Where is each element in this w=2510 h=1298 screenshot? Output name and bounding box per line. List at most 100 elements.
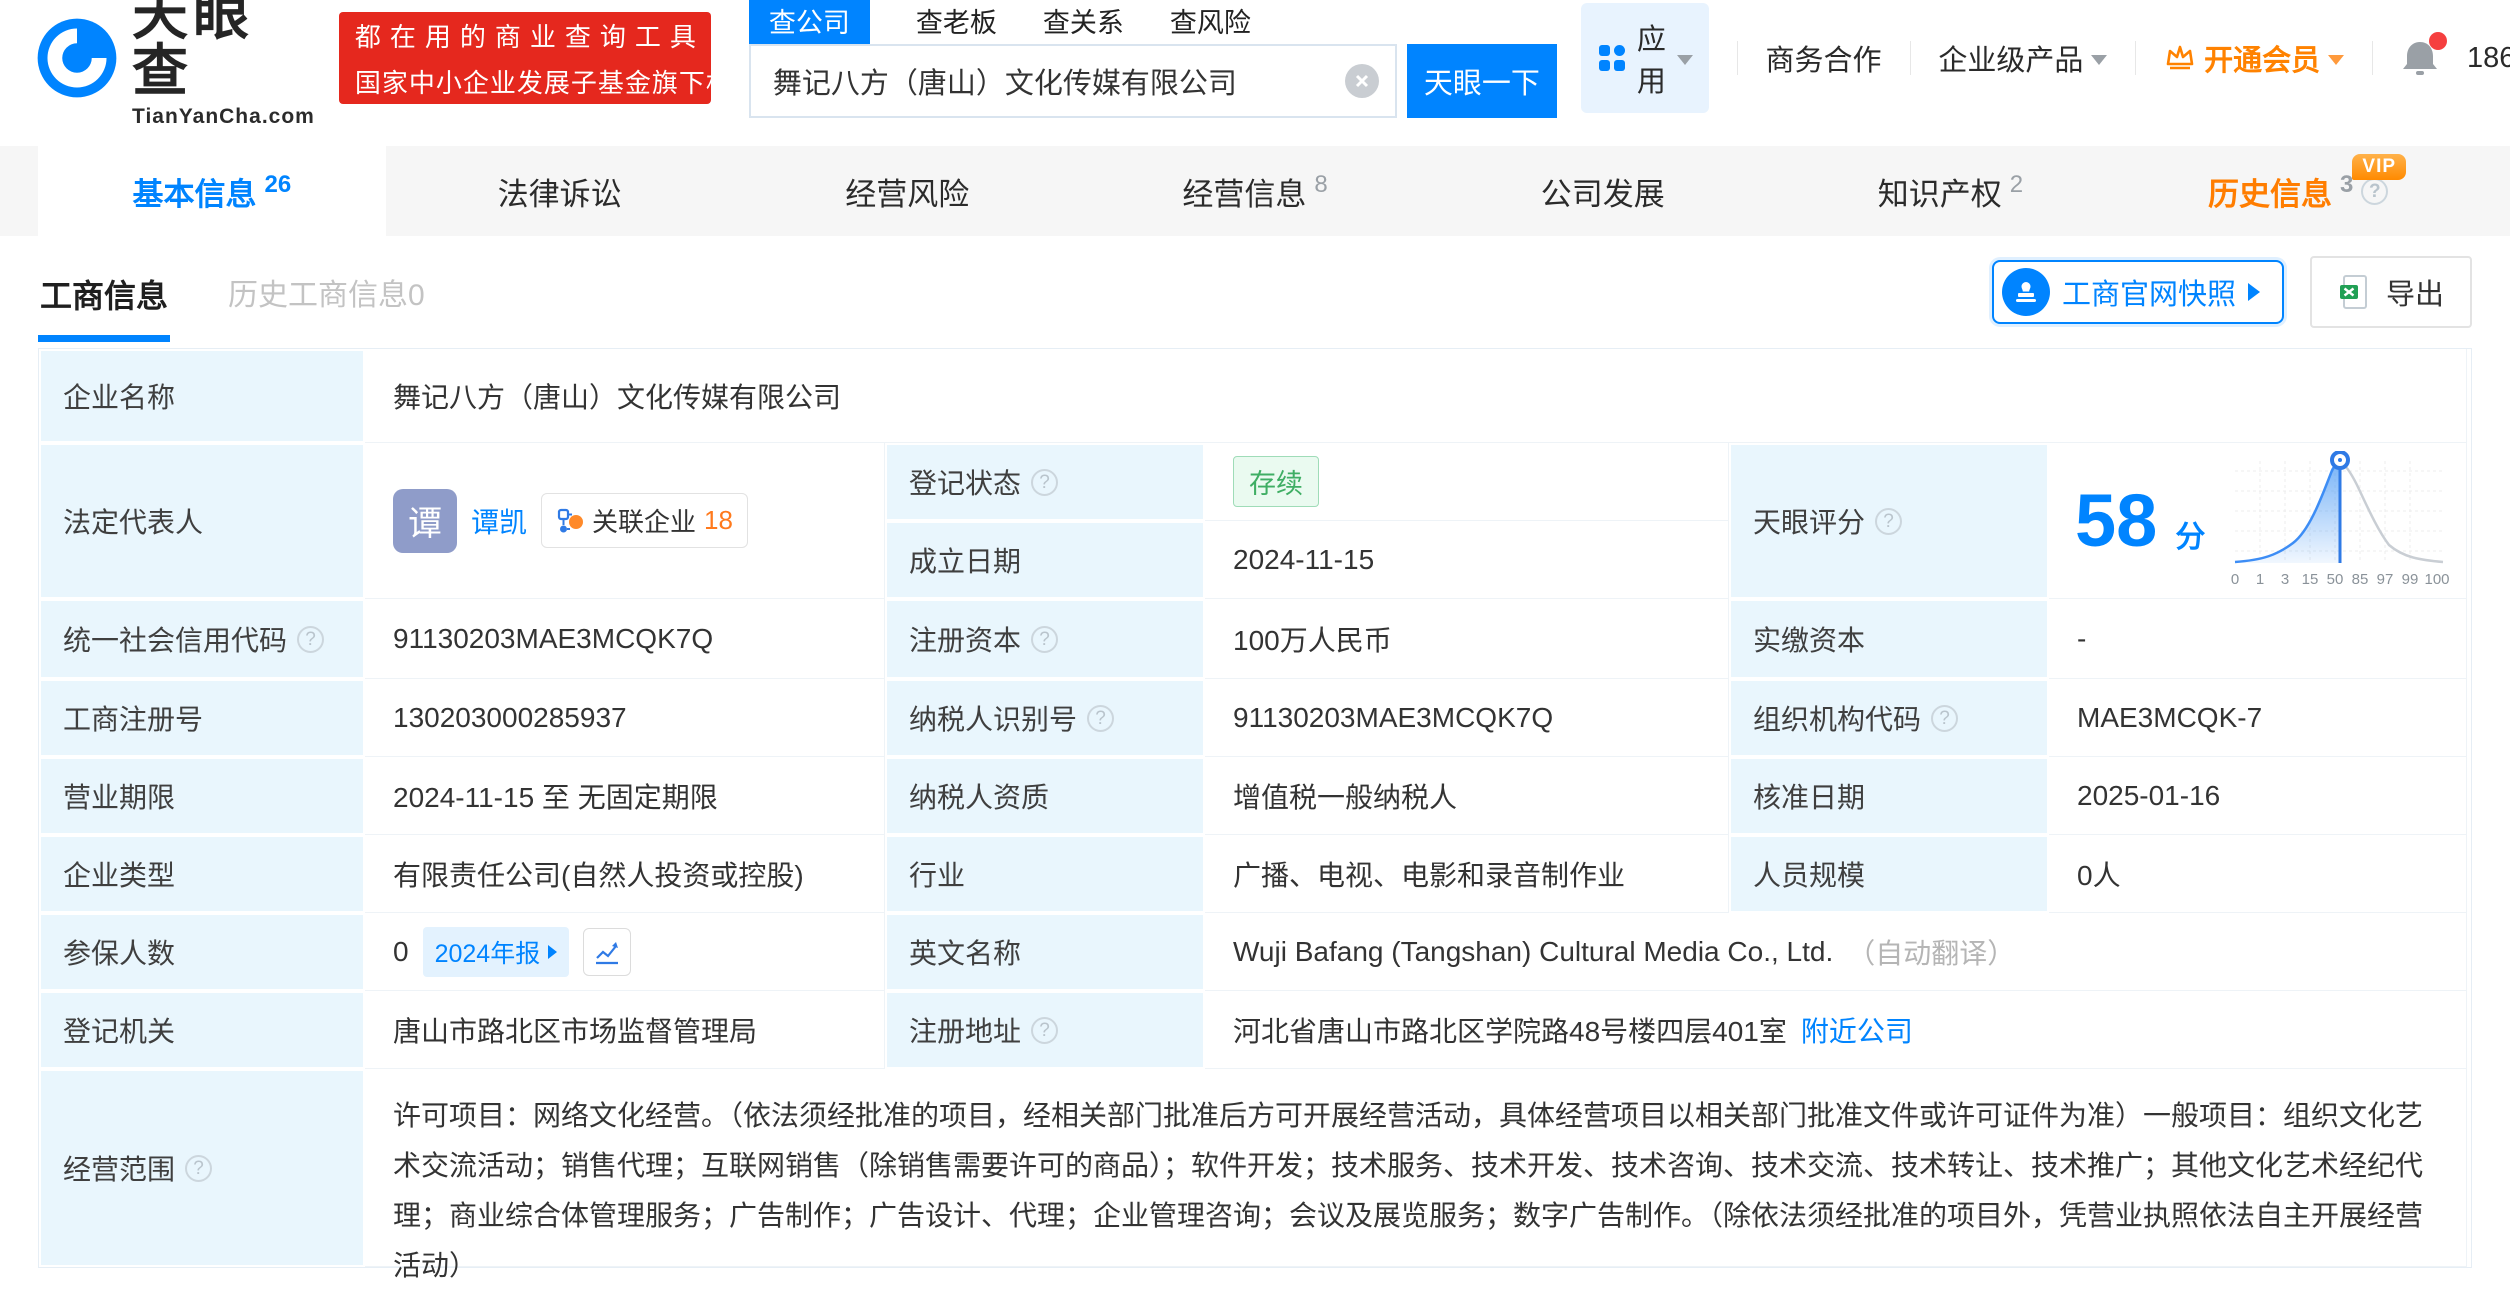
tab-intellectual-property[interactable]: 知识产权 2 bbox=[1777, 146, 2125, 236]
tab-operation-info[interactable]: 经营信息 8 bbox=[1081, 146, 1429, 236]
establish-date-label: 成立日期 bbox=[885, 521, 1205, 599]
paid-capital-label: 实缴资本 bbox=[1729, 599, 2049, 679]
help-icon[interactable]: ? bbox=[2361, 178, 2388, 205]
menu-enterprise-products[interactable]: 企业级产品 bbox=[1938, 37, 2107, 79]
search-button[interactable]: 天眼一下 bbox=[1407, 44, 1557, 118]
score-distribution-chart: 0 1 3 15 50 85 97 99 100 bbox=[2225, 451, 2453, 591]
company-type-label: 企业类型 bbox=[39, 835, 365, 913]
reg-status-label: 登记状态 ? bbox=[885, 443, 1205, 521]
chevron-down-icon bbox=[2091, 55, 2107, 65]
business-info-table: 企业名称 舞记八方（唐山）文化传媒有限公司 法定代表人 谭 谭凯 关联企业 18… bbox=[38, 348, 2472, 1268]
business-term-label: 营业期限 bbox=[39, 757, 365, 835]
notification-dot bbox=[2429, 32, 2447, 50]
taxpayer-id-label: 纳税人识别号 ? bbox=[885, 679, 1205, 757]
org-code-label: 组织机构代码 ? bbox=[1729, 679, 2049, 757]
menu-cooperation[interactable]: 商务合作 bbox=[1766, 37, 1882, 79]
insured-count-cell: 0 2024年报 bbox=[365, 913, 885, 991]
search-tab-boss[interactable]: 查老板 bbox=[916, 0, 997, 45]
reg-status-cell: 存续 bbox=[1205, 443, 1729, 521]
svg-text:100: 100 bbox=[2425, 571, 2450, 588]
stamp-icon bbox=[2002, 268, 2050, 316]
reg-capital-value: 100万人民币 bbox=[1205, 599, 1729, 679]
subnav: 工商信息 历史工商信息0 工商官网快照 导出 bbox=[38, 236, 2472, 348]
english-name-cell: Wuji Bafang (Tangshan) Cultural Media Co… bbox=[1205, 913, 2467, 991]
tianyancha-logo[interactable]: 天眼查 TianYanCha.com bbox=[36, 0, 315, 129]
search-area: 查公司 查老板 查关系 查风险 天眼一下 bbox=[749, 0, 1557, 118]
subtab-business-info[interactable]: 工商信息 bbox=[38, 243, 170, 342]
insured-trend-chart-button[interactable] bbox=[583, 928, 631, 976]
menu-open-vip[interactable]: 开通会员 bbox=[2164, 37, 2344, 79]
reg-address-cell: 河北省唐山市路北区学院路48号楼四层401室 附近公司 bbox=[1205, 991, 2467, 1069]
help-icon[interactable]: ? bbox=[297, 626, 324, 653]
search-input[interactable] bbox=[749, 44, 1397, 118]
help-icon[interactable]: ? bbox=[1031, 469, 1058, 496]
english-name-value: Wuji Bafang (Tangshan) Cultural Media Co… bbox=[1233, 936, 1833, 968]
related-companies-badge[interactable]: 关联企业 18 bbox=[541, 493, 748, 548]
clear-search-icon[interactable] bbox=[1345, 64, 1379, 98]
industry-value: 广播、电视、电影和录音制作业 bbox=[1205, 835, 1729, 913]
reg-address-label: 注册地址 ? bbox=[885, 991, 1205, 1069]
subtab-history-business-info[interactable]: 历史工商信息0 bbox=[228, 270, 425, 314]
tab-basic-info[interactable]: 基本信息 26 bbox=[38, 146, 386, 236]
business-term-value: 2024-11-15 至 无固定期限 bbox=[365, 757, 885, 835]
tyc-score-cell[interactable]: 58 分 bbox=[2049, 443, 2467, 599]
business-scope-value: 许可项目：网络文化经营。（依法须经批准的项目，经相关部门批准后方可开展经营活动，… bbox=[365, 1069, 2467, 1267]
credit-code-label: 统一社会信用代码 ? bbox=[39, 599, 365, 679]
tab-history-info[interactable]: VIP 历史信息 3 ? bbox=[2124, 146, 2472, 236]
legal-rep-label: 法定代表人 bbox=[39, 443, 365, 599]
staff-size-label: 人员规模 bbox=[1729, 835, 2049, 913]
export-button[interactable]: 导出 bbox=[2310, 256, 2472, 328]
search-tab-company[interactable]: 查公司 bbox=[749, 0, 870, 45]
reg-authority-label: 登记机关 bbox=[39, 991, 365, 1069]
legal-rep-avatar[interactable]: 谭 bbox=[393, 489, 457, 553]
apps-menu[interactable]: 应用 bbox=[1581, 3, 1709, 113]
arrow-right-icon bbox=[2248, 283, 2260, 301]
logo-domain: TianYanCha.com bbox=[132, 105, 315, 129]
menu-divider bbox=[1737, 41, 1738, 75]
legal-rep-name-link[interactable]: 谭凯 bbox=[471, 501, 527, 541]
tyc-score-label: 天眼评分 ? bbox=[1729, 443, 2049, 599]
official-snapshot-button[interactable]: 工商官网快照 bbox=[1992, 260, 2284, 324]
menu-divider bbox=[2372, 41, 2373, 75]
chevron-down-icon bbox=[2328, 55, 2344, 65]
search-tab-relation[interactable]: 查关系 bbox=[1043, 0, 1124, 45]
insured-count-label: 参保人数 bbox=[39, 913, 365, 991]
taxpayer-quality-label: 纳税人资质 bbox=[885, 757, 1205, 835]
vip-badge: VIP bbox=[2352, 154, 2406, 180]
logo-title: 天眼查 bbox=[132, 0, 315, 99]
help-icon[interactable]: ? bbox=[1087, 705, 1114, 732]
account-menu[interactable]: 186*... bbox=[2467, 42, 2510, 75]
nearby-companies-link[interactable]: 附近公司 bbox=[1801, 1010, 1913, 1050]
svg-text:97: 97 bbox=[2377, 571, 2394, 588]
svg-text:3: 3 bbox=[2281, 571, 2289, 588]
svg-text:50: 50 bbox=[2327, 571, 2344, 588]
status-badge: 存续 bbox=[1233, 456, 1319, 507]
english-name-label: 英文名称 bbox=[885, 913, 1205, 991]
company-type-value: 有限责任公司(自然人投资或控股) bbox=[365, 835, 885, 913]
search-tab-risk[interactable]: 查风险 bbox=[1170, 0, 1251, 45]
tab-company-development[interactable]: 公司发展 bbox=[1429, 146, 1777, 236]
help-icon[interactable]: ? bbox=[1931, 705, 1958, 732]
help-icon[interactable]: ? bbox=[1875, 508, 1902, 535]
taxpayer-id-value: 91130203MAE3MCQK7Q bbox=[1205, 679, 1729, 757]
staff-size-value: 0人 bbox=[2049, 835, 2467, 913]
taxpayer-quality-value: 增值税一般纳税人 bbox=[1205, 757, 1729, 835]
notifications-bell[interactable] bbox=[2401, 38, 2439, 78]
insured-count-value: 0 bbox=[393, 936, 409, 968]
help-icon[interactable]: ? bbox=[1031, 626, 1058, 653]
help-icon[interactable]: ? bbox=[1031, 1017, 1058, 1044]
svg-text:0: 0 bbox=[2231, 571, 2239, 588]
help-icon[interactable]: ? bbox=[185, 1155, 212, 1182]
auto-translate-note: （自动翻译） bbox=[1847, 932, 2015, 972]
company-name-value: 舞记八方（唐山）文化传媒有限公司 bbox=[365, 349, 2467, 443]
tianyancha-logo-icon bbox=[36, 17, 118, 99]
credit-code-value: 91130203MAE3MCQK7Q bbox=[365, 599, 885, 679]
annual-report-badge[interactable]: 2024年报 bbox=[423, 927, 570, 977]
approval-date-value: 2025-01-16 bbox=[2049, 757, 2467, 835]
reg-authority-value: 唐山市路北区市场监督管理局 bbox=[365, 991, 885, 1069]
tab-legal-litigation[interactable]: 法律诉讼 bbox=[386, 146, 734, 236]
reg-address-value: 河北省唐山市路北区学院路48号楼四层401室 bbox=[1233, 1010, 1787, 1050]
industry-label: 行业 bbox=[885, 835, 1205, 913]
paid-capital-value: - bbox=[2049, 599, 2467, 679]
tab-operation-risk[interactable]: 经营风险 bbox=[733, 146, 1081, 236]
